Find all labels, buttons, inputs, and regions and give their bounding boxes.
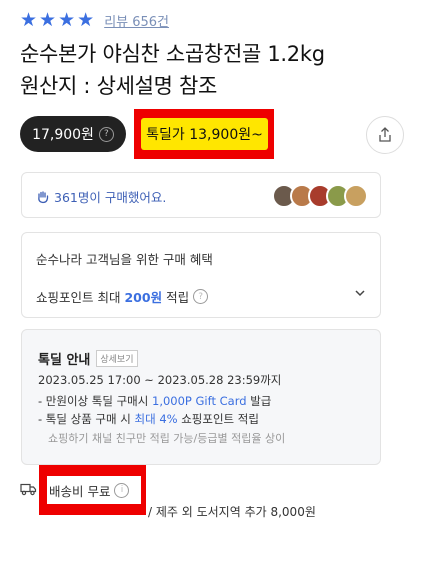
buyers-info: 361명이 구매했어요.	[36, 187, 166, 206]
shipping-fee: 배송비 무료 i	[47, 476, 141, 504]
deal-title: 톡딜 안내	[38, 353, 91, 368]
benefit-title: 순수나라 고객님을 위한 구매 혜택	[36, 252, 213, 267]
review-count-link[interactable]: 리뷰 656건	[104, 11, 169, 30]
regular-price-pill[interactable]: 17,900원 ?	[20, 116, 126, 152]
truck-icon	[20, 483, 37, 496]
buyers-card: 361명이 구매했어요.	[21, 172, 381, 218]
benefit-prefix: 쇼핑포인트 최대	[36, 290, 121, 305]
deal-item-highlight: 1,000P Gift Card	[152, 394, 247, 408]
deal-title-row: 톡딜 안내 상세보기	[38, 349, 138, 368]
deal-item: - 톡딜 상품 구매 시 최대 4% 쇼핑포인트 적립	[38, 411, 259, 427]
avatar	[344, 184, 368, 208]
buyer-avatars	[272, 184, 368, 208]
chevron-down-icon[interactable]	[354, 287, 366, 299]
hot-deal-price: 톡딜가 13,900원~	[146, 127, 263, 143]
info-icon[interactable]: i	[114, 482, 130, 498]
share-icon	[379, 127, 391, 142]
help-icon[interactable]: ?	[193, 289, 209, 304]
buyers-count-text: 361명이 구매했어요.	[54, 190, 167, 205]
help-icon[interactable]: ?	[98, 126, 114, 142]
shipping-label: 배송비 무료	[49, 483, 111, 499]
hand-icon	[38, 190, 49, 203]
deal-item-suffix: 쇼핑포인트 적립	[181, 412, 259, 426]
benefit-suffix: 적립	[166, 290, 190, 305]
shipping-extra-fee: / 제주 외 도서지역 추가 8,000원	[148, 505, 316, 519]
benefit-card[interactable]: 순수나라 고객님을 위한 구매 혜택 쇼핑포인트 최대 200원 적립 ?	[21, 232, 381, 318]
deal-period: 2023.05.25 17:00 ~ 2023.05.28 23:59까지	[38, 373, 282, 387]
star-icon: ★	[20, 9, 38, 31]
star-icon: ★	[77, 9, 95, 31]
rating-row: ★ ★ ★ ★ 리뷰 656건	[20, 10, 169, 30]
deal-info-card: 톡딜 안내 상세보기 2023.05.25 17:00 ~ 2023.05.28…	[21, 329, 381, 465]
regular-price: 17,900원	[32, 127, 94, 143]
deal-item-prefix: - 만원이상 톡딜 구매시	[38, 394, 149, 408]
point-benefit-line: 쇼핑포인트 최대 200원 적립 ?	[36, 287, 209, 306]
product-title: 순수본가 야심찬 소곱창전골 1.2kg 원산지 : 상세설명 참조	[20, 38, 410, 102]
share-button[interactable]	[366, 116, 404, 154]
star-icon: ★	[39, 9, 57, 31]
hot-deal-price-button[interactable]: 톡딜가 13,900원~	[141, 118, 268, 150]
product-origin-line: 원산지 : 상세설명 참조	[20, 74, 218, 98]
deal-item-suffix: 발급	[250, 394, 272, 408]
deal-note: 쇼핑하기 채널 친구만 적립 가능/등급별 적립율 상이	[48, 432, 286, 445]
deal-item-highlight: 최대 4%	[134, 412, 178, 426]
deal-detail-button[interactable]: 상세보기	[96, 350, 138, 367]
deal-item: - 만원이상 톡딜 구매시 1,000P Gift Card 발급	[38, 393, 271, 409]
benefit-amount: 200원	[124, 290, 163, 305]
product-title-line: 순수본가 야심찬 소곱창전골 1.2kg	[20, 42, 325, 66]
star-icon: ★	[58, 9, 76, 31]
deal-item-prefix: - 톡딜 상품 구매 시	[38, 412, 131, 426]
